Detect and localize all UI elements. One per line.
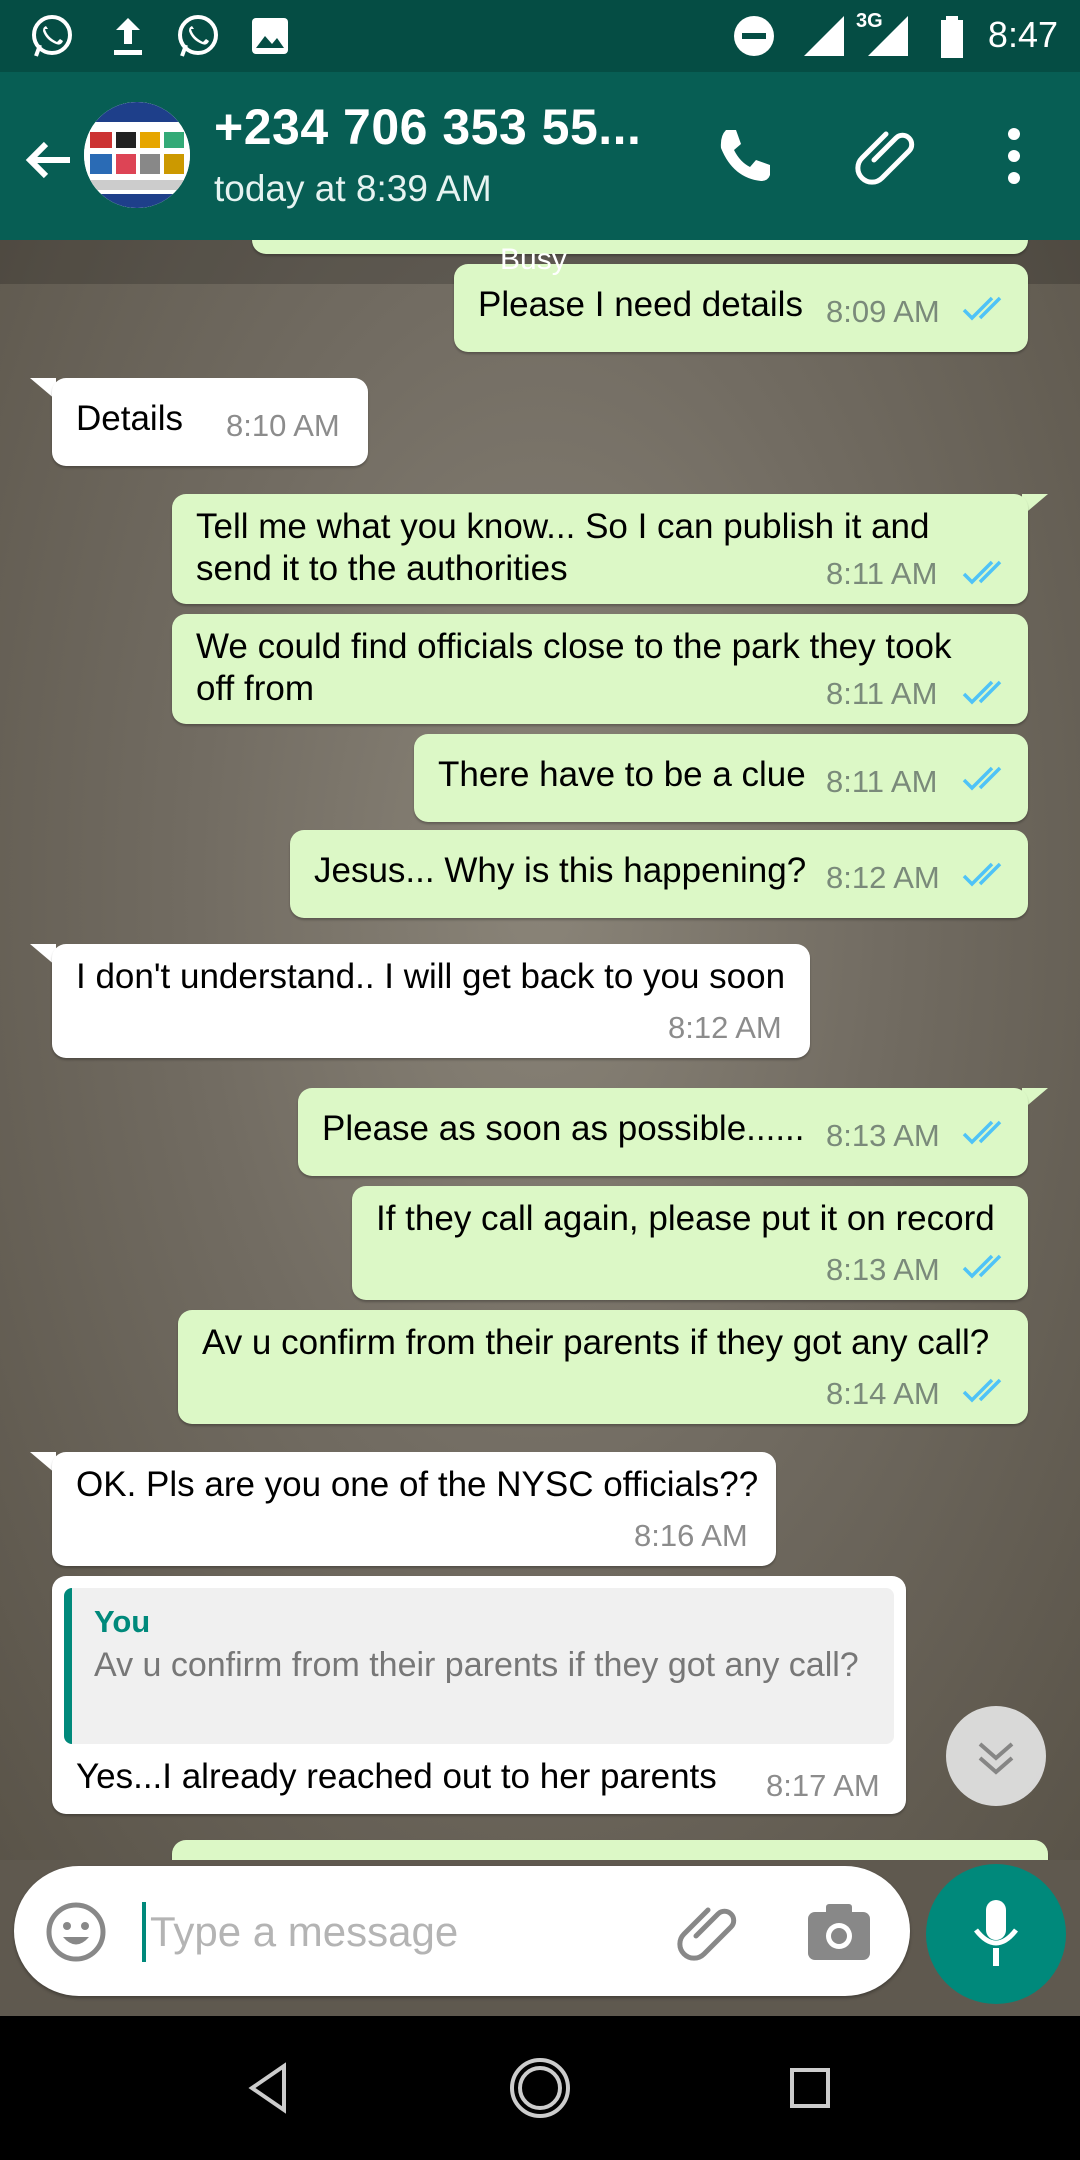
message-time: 8:11 AM <box>826 556 938 591</box>
camera-icon[interactable] <box>806 1900 872 1964</box>
last-seen-status: today at 8:39 AM <box>214 168 492 209</box>
message-bubble-partial <box>252 240 1028 254</box>
message-text-line: Tell me what you know... So I can publis… <box>196 507 930 546</box>
message-text: Jesus... Why is this happening? <box>314 851 807 890</box>
message-text-line: off from <box>196 669 315 708</box>
message-text: There have to be a clue <box>438 755 806 794</box>
message-time: 8:12 AM <box>826 860 940 895</box>
message-bubble-incoming-reply[interactable]: You Av u confirm from their parents if t… <box>52 1576 906 1814</box>
message-bubble-outgoing[interactable]: Av u confirm from their parents if they … <box>178 1310 1028 1424</box>
message-text: Please as soon as possible...... <box>322 1109 805 1148</box>
message-bubble-outgoing[interactable]: There have to be a clue 8:11 AM <box>414 734 1028 822</box>
message-time: 8:16 AM <box>634 1518 748 1553</box>
battery-icon <box>941 16 963 58</box>
read-receipt-icon <box>962 1254 1002 1279</box>
message-text-line: We could find officials close to the par… <box>196 627 952 666</box>
message-time: 8:11 AM <box>826 764 938 799</box>
read-receipt-icon <box>962 560 1002 585</box>
message-text: I don't understand.. I will get back to … <box>76 957 786 996</box>
signal-icon <box>804 16 844 56</box>
message-bubble-outgoing[interactable]: Jesus... Why is this happening? 8:12 AM <box>290 830 1028 918</box>
more-options-icon[interactable] <box>978 120 1050 192</box>
message-time: 8:11 AM <box>826 676 938 711</box>
message-text: OK. Pls are you one of the NYSC official… <box>76 1465 759 1504</box>
scroll-to-bottom-button[interactable] <box>946 1706 1046 1806</box>
message-bubble-outgoing[interactable]: Please as soon as possible...... 8:13 AM <box>298 1088 1028 1176</box>
message-text: Details <box>76 399 183 438</box>
message-text: Please I need details <box>478 285 803 324</box>
avatar[interactable] <box>84 102 190 208</box>
nav-back-icon[interactable] <box>240 2058 300 2118</box>
upload-icon <box>114 18 142 55</box>
message-composer <box>14 1866 910 1996</box>
message-bubble-incoming[interactable]: I don't understand.. I will get back to … <box>52 944 810 1058</box>
read-receipt-icon <box>962 766 1002 791</box>
message-bubble-incoming[interactable]: Details 8:10 AM <box>52 378 368 466</box>
message-time: 8:12 AM <box>668 1010 782 1045</box>
read-receipt-icon <box>962 680 1002 705</box>
signal-icon <box>868 16 908 56</box>
quoted-author: You <box>94 1604 151 1639</box>
message-input[interactable] <box>148 1896 672 1968</box>
busy-label: Busy <box>500 243 567 276</box>
clock: 8:47 <box>987 14 1058 55</box>
message-time: 8:10 AM <box>226 408 340 443</box>
message-bubble-outgoing[interactable]: Tell me what you know... So I can publis… <box>172 494 1028 604</box>
chat-header: +234 706 353 55... today at 8:39 AM <box>0 72 1080 240</box>
message-text: If they call again, please put it on rec… <box>376 1199 995 1238</box>
phone-call-icon[interactable] <box>708 120 780 192</box>
message-bubble-incoming[interactable]: OK. Pls are you one of the NYSC official… <box>52 1452 776 1566</box>
voice-record-button[interactable] <box>926 1864 1066 2004</box>
contact-name[interactable]: +234 706 353 55... <box>214 98 641 156</box>
message-bubble-outgoing[interactable]: If they call again, please put it on rec… <box>352 1186 1028 1300</box>
avatar-image <box>84 102 190 208</box>
message-time: 8:14 AM <box>826 1376 940 1411</box>
attachment-icon[interactable] <box>674 1896 746 1968</box>
message-time: 8:13 AM <box>826 1252 940 1287</box>
microphone-icon <box>974 1900 1018 1966</box>
whatsapp-icon <box>32 15 72 57</box>
system-navigation-bar <box>0 2016 1080 2160</box>
double-chevron-down-icon <box>978 1742 1014 1775</box>
quote-accent-bar <box>64 1588 72 1744</box>
emoji-icon[interactable] <box>44 1900 108 1964</box>
image-icon <box>252 18 288 54</box>
back-arrow-icon[interactable] <box>20 132 76 188</box>
quoted-message[interactable]: You Av u confirm from their parents if t… <box>64 1588 894 1744</box>
message-text: Av u confirm from their parents if they … <box>202 1323 990 1362</box>
status-bar: 3G 8:47 <box>0 0 1080 72</box>
message-time: 8:17 AM <box>766 1768 880 1803</box>
chat-area[interactable]: Please I need details 8:09 AM Busy Detai… <box>0 240 1080 1860</box>
read-receipt-icon <box>962 862 1002 887</box>
read-receipt-icon <box>962 1120 1002 1145</box>
message-bubble-partial <box>172 1840 1048 1860</box>
attachment-icon[interactable] <box>852 120 924 192</box>
nav-recents-icon[interactable] <box>780 2058 840 2118</box>
whatsapp-icon <box>178 15 218 57</box>
message-bubble-outgoing[interactable]: We could find officials close to the par… <box>172 614 1028 724</box>
do-not-disturb-icon <box>734 16 774 56</box>
nav-home-icon[interactable] <box>506 2054 574 2122</box>
message-bubble-outgoing[interactable]: Please I need details 8:09 AM <box>454 264 1028 352</box>
read-receipt-icon <box>962 1378 1002 1403</box>
message-time: 8:09 AM <box>826 294 940 329</box>
message-text: Yes...I already reached out to her paren… <box>76 1757 717 1796</box>
message-text-line: send it to the authorities <box>196 549 568 588</box>
text-cursor <box>142 1902 146 1962</box>
read-receipt-icon <box>962 296 1002 321</box>
quoted-text: Av u confirm from their parents if they … <box>94 1646 859 1684</box>
message-time: 8:13 AM <box>826 1118 940 1153</box>
